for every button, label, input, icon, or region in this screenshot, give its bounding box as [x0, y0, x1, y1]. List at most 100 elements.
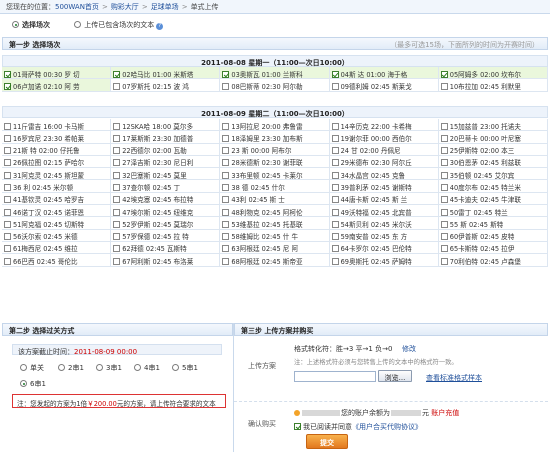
match-checkbox[interactable]	[4, 220, 11, 228]
match-checkbox[interactable]	[331, 233, 339, 241]
match-checkbox[interactable]	[331, 257, 339, 265]
match-checkbox[interactable]	[440, 208, 448, 216]
match-cell[interactable]: 08巴斯蒂 02:30 阿尔勒	[220, 79, 330, 92]
match-checkbox[interactable]	[113, 233, 121, 241]
match-cell[interactable]: 03奥斯瓦 01:00 兰斯科	[220, 67, 330, 80]
match-checkbox[interactable]	[4, 70, 11, 78]
breadcrumb-single-link[interactable]: 足球单场	[151, 3, 179, 11]
match-checkbox[interactable]	[440, 82, 448, 90]
match-cell[interactable]: 45卡迪夫 02:45 牛津联	[438, 192, 548, 206]
match-cell[interactable]: 02哈马比 01:00 米斯塔	[111, 67, 221, 80]
match-cell[interactable]: 48利物克 02:45 阿柯伦	[220, 205, 330, 218]
pass-option-radio[interactable]	[20, 364, 27, 371]
file-input[interactable]	[294, 371, 376, 382]
match-cell[interactable]: 70利伯特 02:45 卢森堡	[438, 254, 548, 267]
match-cell[interactable]: 14辛历克 22:00 卡希梅	[329, 119, 439, 132]
match-cell[interactable]: 12SKA哈 18:00 莫尔多	[111, 119, 221, 132]
match-cell[interactable]: 19谢尔菲 00:00 西伯尔	[329, 131, 439, 144]
match-cell[interactable]: 67阿利斯 02:45 布洛莱	[111, 254, 221, 267]
match-checkbox[interactable]	[222, 196, 230, 204]
pass-option[interactable]: 单关	[20, 363, 58, 373]
match-cell[interactable]: 26佩拉图 02:15 萨哈尔	[2, 155, 112, 169]
pass-option[interactable]: 6串1	[20, 379, 58, 389]
match-cell[interactable]: 35伯顿 02:45 艾尔宾	[438, 168, 548, 181]
match-checkbox[interactable]	[113, 257, 121, 265]
match-checkbox[interactable]	[440, 159, 448, 167]
match-cell[interactable]: 20巴蒂卡 00:00 叶尼塞	[438, 131, 548, 144]
sample-link[interactable]: 查看标准格式样本	[426, 373, 482, 383]
match-checkbox[interactable]	[113, 82, 121, 90]
match-cell[interactable]: 55 斯 02:45 斯特	[438, 217, 548, 230]
match-cell[interactable]: 62拜德 02:45 瓦斯特	[111, 241, 221, 255]
match-cell[interactable]: 46诺丁汉 02:45 诺菲恩	[2, 205, 112, 218]
match-checkbox[interactable]	[222, 122, 230, 130]
match-cell[interactable]: 43利 02:45 斯 士	[220, 192, 330, 206]
match-checkbox[interactable]	[113, 122, 121, 130]
match-cell[interactable]: 06卢加诺 02:10 阿 劳	[2, 79, 112, 92]
match-cell[interactable]: 66巴西 02:45 哥伦比	[2, 254, 112, 267]
match-cell[interactable]: 28米德斯 02:30 谢菲联	[220, 155, 330, 169]
match-checkbox[interactable]	[4, 171, 11, 179]
match-cell[interactable]: 50雷丁 02:45 特兰	[438, 205, 548, 218]
match-checkbox[interactable]	[113, 183, 121, 191]
match-checkbox[interactable]	[331, 70, 339, 78]
match-checkbox[interactable]	[440, 183, 448, 191]
match-checkbox[interactable]	[113, 220, 121, 228]
pass-option-radio[interactable]	[172, 364, 179, 371]
match-checkbox[interactable]	[113, 208, 121, 216]
match-checkbox[interactable]	[440, 257, 448, 265]
match-checkbox[interactable]	[440, 245, 448, 253]
match-cell[interactable]: 60伊普斯 02:45 皮特	[438, 229, 548, 242]
match-checkbox[interactable]	[331, 196, 339, 204]
match-cell[interactable]: 07罗斯托 02:15 波 鸿	[111, 79, 221, 92]
match-checkbox[interactable]	[222, 70, 230, 78]
pass-option[interactable]: 3串1	[96, 363, 134, 373]
match-cell[interactable]: 58维姆比 02:45 什 牛	[220, 229, 330, 242]
modify-link[interactable]: 修改	[402, 344, 416, 354]
match-cell[interactable]: 33布里顿 02:45 卡莱尔	[220, 168, 330, 181]
match-checkbox[interactable]	[4, 257, 11, 265]
match-cell[interactable]: 10布拉加 02:45 利默里	[438, 79, 548, 92]
match-cell[interactable]: 21斯 特 02:00 仔托鲁	[2, 143, 112, 156]
match-checkbox[interactable]	[222, 208, 230, 216]
match-cell[interactable]: 52罗伊斯 02:45 莫瑞尔	[111, 217, 221, 230]
match-checkbox[interactable]	[331, 122, 339, 130]
pass-option-radio[interactable]	[20, 380, 27, 387]
match-checkbox[interactable]	[222, 171, 230, 179]
match-cell[interactable]: 59南安普 02:45 东 方	[329, 229, 439, 242]
match-cell[interactable]: 40度尔布 02:45 特兰米	[438, 180, 548, 193]
match-cell[interactable]: 47埃尔斯 02:45 纽维克	[111, 205, 221, 218]
match-cell[interactable]: 11斤雷吉 16:00 卡马斯	[2, 119, 112, 132]
match-checkbox[interactable]	[222, 159, 230, 167]
match-checkbox[interactable]	[4, 233, 11, 241]
match-cell[interactable]: 31阿克灵 02:45 斯坦蒙	[2, 168, 112, 181]
match-checkbox[interactable]	[440, 147, 448, 155]
match-checkbox[interactable]	[222, 257, 230, 265]
match-cell[interactable]: 44唐卡斯 02:45 斯 兰	[329, 192, 439, 206]
match-cell[interactable]: 15加兹普 23:00 托诺夫	[438, 119, 548, 132]
match-checkbox[interactable]	[113, 171, 121, 179]
match-checkbox[interactable]	[4, 245, 11, 253]
match-checkbox[interactable]	[222, 183, 230, 191]
match-checkbox[interactable]	[331, 159, 339, 167]
match-checkbox[interactable]	[440, 196, 448, 204]
match-cell[interactable]: 39普利茅 02:45 谢斯特	[329, 180, 439, 193]
submit-button[interactable]: 提交	[306, 434, 348, 449]
match-checkbox[interactable]	[113, 134, 121, 142]
match-checkbox[interactable]	[440, 233, 448, 241]
match-cell[interactable]: 57罗保德 02:45 拉 特	[111, 229, 221, 242]
match-cell[interactable]: 27泽吉斯 02:30 尼日利	[111, 155, 221, 169]
match-cell[interactable]: 38 德 02:45 什尔	[220, 180, 330, 193]
match-checkbox[interactable]	[331, 134, 339, 142]
help-icon[interactable]: ?	[156, 23, 164, 30]
match-cell[interactable]: 25伊斯特 02:00 本三	[438, 143, 548, 156]
match-checkbox[interactable]	[222, 233, 230, 241]
match-checkbox[interactable]	[113, 196, 121, 204]
radio-upload-text[interactable]	[74, 21, 82, 28]
match-cell[interactable]: 23 斯 00:00 阿布尔	[220, 143, 330, 156]
mode-upload-text[interactable]: 上传已包含场次的文本?	[74, 20, 164, 30]
match-cell[interactable]: 64卡罗尔 02:45 巴伦特	[329, 241, 439, 255]
match-cell[interactable]: 42埃克塞 02:45 布拉特	[111, 192, 221, 206]
match-checkbox[interactable]	[222, 82, 230, 90]
match-checkbox[interactable]	[331, 245, 339, 253]
